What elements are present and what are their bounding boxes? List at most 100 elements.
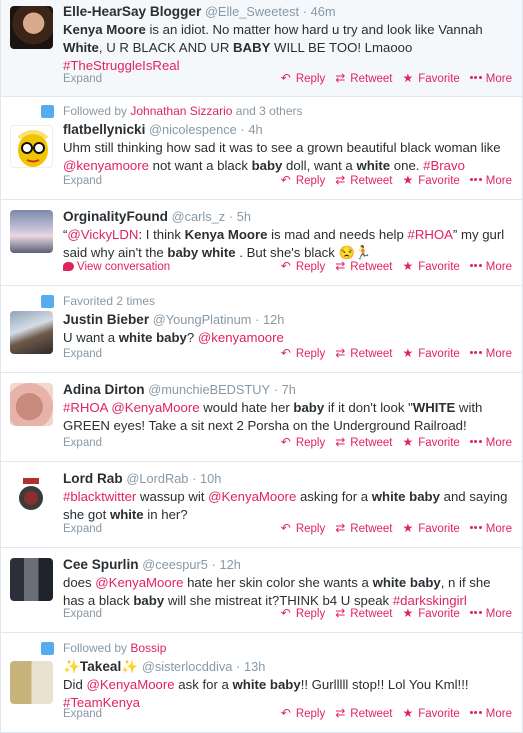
reply-button[interactable]: ↶ Reply	[281, 258, 325, 275]
timestamp[interactable]: 12h	[263, 312, 284, 327]
timestamp[interactable]: 7h	[282, 382, 296, 397]
reply-button[interactable]: ↶ Reply	[281, 345, 325, 362]
favorite-button[interactable]: ★ Favorite	[402, 434, 459, 451]
tweet-link[interactable]: #Bravo	[423, 158, 465, 173]
reply-button-label: Reply	[295, 261, 326, 273]
more-button[interactable]: More	[469, 346, 512, 362]
favorite-button[interactable]: ★ Favorite	[402, 605, 459, 622]
expand-link[interactable]: Expand	[63, 73, 102, 85]
expand-link[interactable]: Expand	[63, 175, 102, 187]
more-button[interactable]: More	[469, 173, 512, 189]
tweet[interactable]: Cee Spurlin @ceespur5 · 12h does @KenyaMo…	[1, 548, 522, 633]
more-button[interactable]: More	[469, 435, 512, 451]
tweet-link[interactable]: #RHOA	[63, 400, 108, 415]
favorite-button[interactable]: ★ Favorite	[402, 705, 459, 722]
favorite-button[interactable]: ★ Favorite	[402, 520, 459, 537]
author-handle[interactable]: @nicolespence	[149, 122, 237, 137]
tweet-link[interactable]: @kenyamoore	[63, 158, 149, 173]
author-handle[interactable]: @ceespur5	[142, 557, 208, 572]
author-handle[interactable]: @sisterlocddiva	[142, 659, 233, 674]
avatar[interactable]	[10, 125, 53, 168]
avatar[interactable]	[10, 210, 53, 253]
avatar[interactable]	[10, 383, 53, 426]
author-name[interactable]: ✨Takeal✨	[63, 659, 138, 674]
avatar[interactable]	[10, 6, 53, 49]
reply-button[interactable]: ↶ Reply	[281, 434, 325, 451]
tweet-link[interactable]: #RHOA	[407, 227, 452, 242]
author-name[interactable]: flatbellynicki	[63, 122, 145, 137]
avatar[interactable]	[10, 661, 53, 704]
expand-link[interactable]: Expand	[63, 608, 102, 620]
tweet[interactable]: Favorited 2 times Justin Bieber @YoungPla…	[1, 286, 522, 373]
favorite-button[interactable]: ★ Favorite	[402, 70, 459, 87]
context-user-link[interactable]: Johnathan Sizzario	[130, 104, 232, 118]
author-name[interactable]: Justin Bieber	[63, 312, 149, 327]
retweet-button[interactable]: ⇄ Retweet	[335, 434, 392, 451]
author-name[interactable]: Adina Dirton	[63, 382, 145, 397]
view-conversation-link[interactable]: View conversation	[63, 261, 170, 273]
timestamp[interactable]: 10h	[200, 471, 221, 486]
retweet-button[interactable]: ⇄ Retweet	[335, 70, 392, 87]
more-button[interactable]: More	[469, 606, 512, 622]
retweet-button[interactable]: ⇄ Retweet	[335, 172, 392, 189]
avatar[interactable]	[10, 558, 53, 601]
tweet-link[interactable]: @KenyaMoore	[95, 575, 183, 590]
retweet-button[interactable]: ⇄ Retweet	[335, 705, 392, 722]
author-name[interactable]: Lord Rab	[63, 471, 123, 486]
more-button[interactable]: More	[469, 259, 512, 275]
timestamp[interactable]: 12h	[219, 557, 240, 572]
timestamp[interactable]: 4h	[248, 122, 262, 137]
expand-link[interactable]: Expand	[63, 708, 102, 720]
tweet-link[interactable]: @VickyLDN	[67, 227, 138, 242]
tweet-link[interactable]: #blacktwitter	[63, 489, 136, 504]
timestamp[interactable]: 13h	[244, 659, 265, 674]
author-handle[interactable]: @LordRab	[126, 471, 188, 486]
reply-button[interactable]: ↶ Reply	[281, 605, 325, 622]
tweet[interactable]: Elle-HearSay Blogger @Elle_Sweetest · 46…	[1, 0, 522, 97]
expand-link[interactable]: Expand	[63, 523, 102, 535]
more-button[interactable]: More	[469, 71, 512, 87]
author-handle[interactable]: @YoungPlatinum	[153, 312, 252, 327]
tweet[interactable]: Adina Dirton @munchieBEDSTUY · 7h #RHOA @…	[1, 373, 522, 462]
reply-button[interactable]: ↶ Reply	[281, 172, 325, 189]
separator-dot: ·	[273, 382, 278, 397]
author-name[interactable]: Cee Spurlin	[63, 557, 139, 572]
retweet-button[interactable]: ⇄ Retweet	[335, 345, 392, 362]
tweet-link[interactable]: @KenyaMoore	[86, 677, 174, 692]
tweet[interactable]: Followed by Johnathan Sizzario and 3 oth…	[1, 97, 522, 200]
reply-button-label: Reply	[295, 175, 326, 187]
context-label: Followed by	[63, 641, 128, 655]
reply-button[interactable]: ↶ Reply	[281, 520, 325, 537]
author-handle[interactable]: @Elle_Sweetest	[205, 4, 299, 19]
timestamp[interactable]: 5h	[237, 209, 251, 224]
author-handle[interactable]: @carls_z	[172, 209, 226, 224]
avatar[interactable]	[10, 311, 53, 354]
tweet-link[interactable]: @kenyamoore	[198, 330, 284, 345]
tweet[interactable]: Lord Rab @LordRab · 10h #blacktwitter was…	[1, 462, 522, 548]
reply-button[interactable]: ↶ Reply	[281, 70, 325, 87]
tweet-header: flatbellynicki @nicolespence · 4h	[63, 121, 514, 139]
more-button[interactable]: More	[469, 521, 512, 537]
reply-button[interactable]: ↶ Reply	[281, 705, 325, 722]
tweet-link[interactable]: @KenyaMoore	[111, 400, 199, 415]
avatar[interactable]	[10, 472, 53, 515]
context-rest: and 3 others	[232, 104, 303, 118]
author-name[interactable]: Elle-HearSay Blogger	[63, 4, 201, 19]
timestamp[interactable]: 46m	[311, 4, 336, 19]
favorite-button[interactable]: ★ Favorite	[402, 172, 459, 189]
tweet[interactable]: Followed by Bossip ✨Takeal✨ @sisterlocddi…	[1, 633, 522, 733]
favorite-button[interactable]: ★ Favorite	[402, 258, 459, 275]
author-handle[interactable]: @munchieBEDSTUY	[148, 382, 270, 397]
tweet[interactable]: OrginalityFound @carls_z · 5h “@VickyLDN:…	[1, 200, 522, 286]
retweet-button[interactable]: ⇄ Retweet	[335, 520, 392, 537]
author-name[interactable]: OrginalityFound	[63, 209, 168, 224]
expand-link[interactable]: Expand	[63, 348, 102, 360]
retweet-button[interactable]: ⇄ Retweet	[335, 605, 392, 622]
favorite-button[interactable]: ★ Favorite	[402, 345, 459, 362]
retweet-button[interactable]: ⇄ Retweet	[335, 258, 392, 275]
more-button[interactable]: More	[469, 706, 512, 722]
expand-link[interactable]: Expand	[63, 437, 102, 449]
reply-icon: ↶	[280, 606, 291, 620]
context-user-link[interactable]: Bossip	[130, 641, 166, 655]
tweet-link[interactable]: @KenyaMoore	[208, 489, 296, 504]
